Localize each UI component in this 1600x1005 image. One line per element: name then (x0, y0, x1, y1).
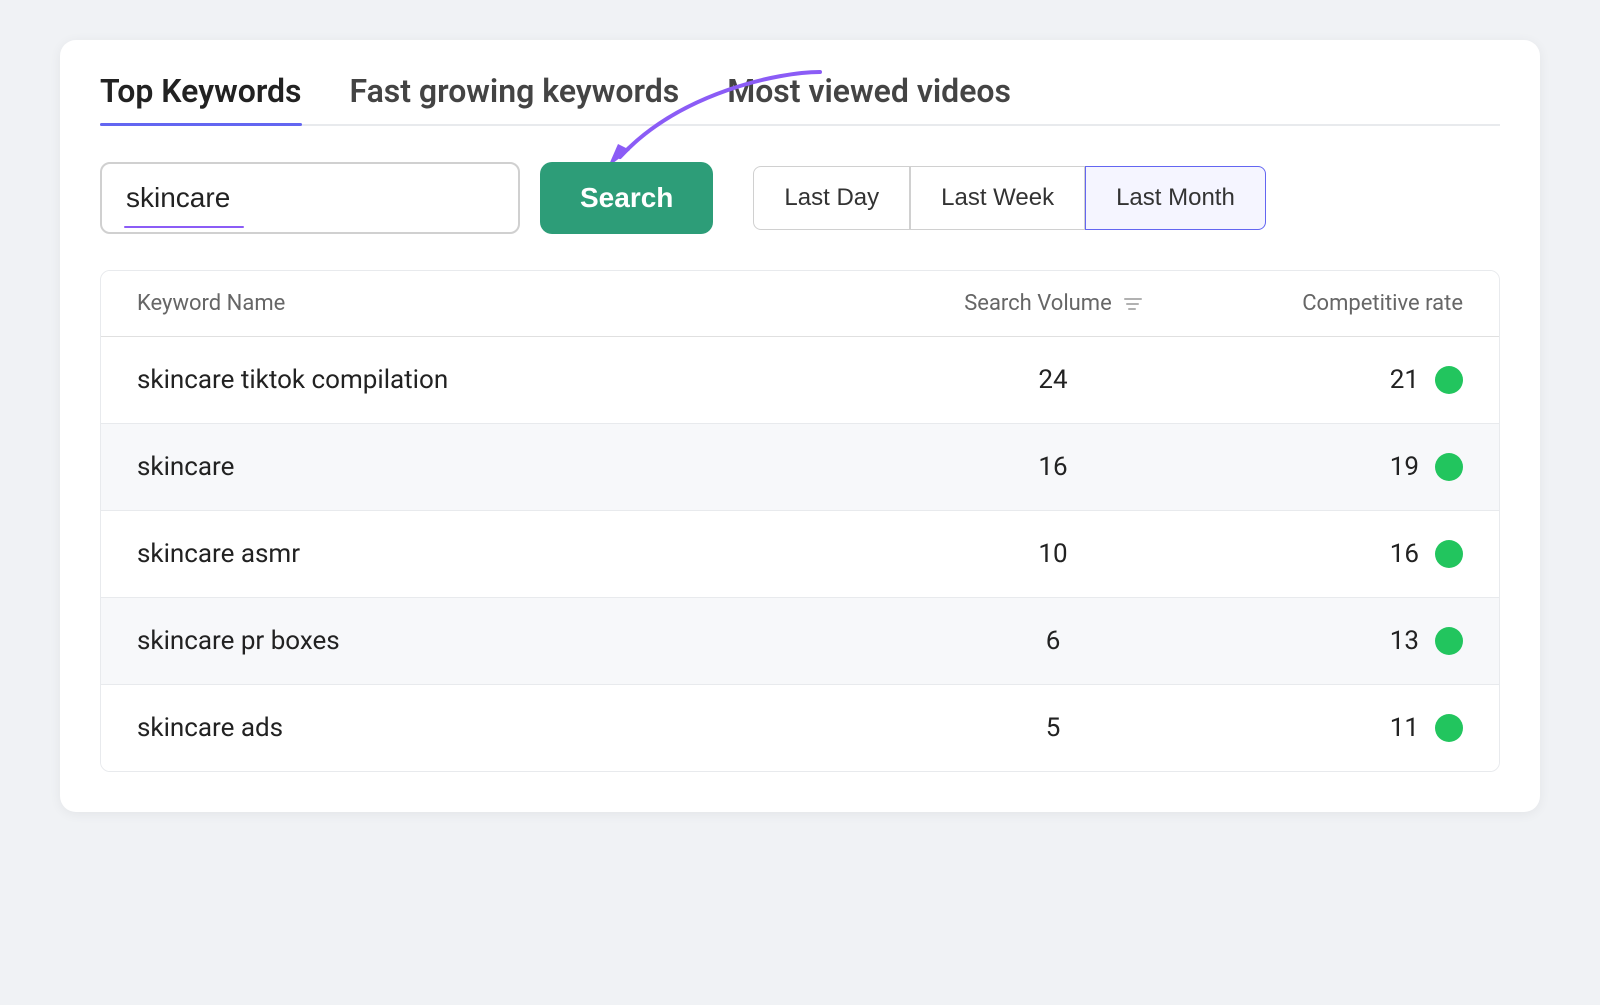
search-button[interactable]: Search (540, 162, 713, 234)
main-container: Top Keywords Fast growing keywords Most … (60, 40, 1540, 812)
table-header: Keyword Name Search Volume Competitive r… (101, 271, 1499, 337)
time-filter-last-month[interactable]: Last Month (1085, 166, 1266, 230)
time-filter-last-week[interactable]: Last Week (910, 166, 1085, 230)
keyword-cell: skincare (137, 452, 923, 482)
keywords-table: Keyword Name Search Volume Competitive r… (100, 270, 1500, 772)
table-row: skincare tiktok compilation 24 21 (101, 337, 1499, 424)
table-row: skincare ads 5 11 (101, 685, 1499, 771)
col-header-search-volume: Search Volume (923, 291, 1183, 316)
competitive-dot (1435, 627, 1463, 655)
keyword-cell: skincare asmr (137, 539, 923, 569)
competitive-dot (1435, 366, 1463, 394)
search-row: Search Last Day Last Week Last Month (100, 162, 1500, 234)
competitive-rate-cell: 16 (1183, 539, 1463, 569)
competitive-rate-cell: 19 (1183, 452, 1463, 482)
keyword-cell: skincare pr boxes (137, 626, 923, 656)
competitive-dot (1435, 714, 1463, 742)
search-volume-cell: 10 (923, 539, 1183, 569)
table-row: skincare pr boxes 6 13 (101, 598, 1499, 685)
search-volume-cell: 16 (923, 452, 1183, 482)
search-volume-cell: 24 (923, 365, 1183, 395)
search-underline (124, 226, 244, 228)
col-header-keyword-name: Keyword Name (137, 291, 923, 316)
competitive-dot (1435, 540, 1463, 568)
search-volume-cell: 6 (923, 626, 1183, 656)
time-filter-last-day[interactable]: Last Day (753, 166, 910, 230)
col-header-competitive-rate: Competitive rate (1183, 291, 1463, 316)
table-row: skincare 16 19 (101, 424, 1499, 511)
tab-fast-growing[interactable]: Fast growing keywords (350, 72, 680, 124)
tab-most-viewed[interactable]: Most viewed videos (727, 72, 1011, 124)
competitive-rate-cell: 13 (1183, 626, 1463, 656)
search-input[interactable] (100, 162, 520, 234)
keyword-cell: skincare ads (137, 713, 923, 743)
competitive-rate-cell: 11 (1183, 713, 1463, 743)
tab-top-keywords[interactable]: Top Keywords (100, 72, 302, 124)
competitive-dot (1435, 453, 1463, 481)
keyword-cell: skincare tiktok compilation (137, 365, 923, 395)
tab-bar: Top Keywords Fast growing keywords Most … (100, 72, 1500, 126)
sort-icon[interactable] (1124, 298, 1142, 310)
table-row: skincare asmr 10 16 (101, 511, 1499, 598)
competitive-rate-cell: 21 (1183, 365, 1463, 395)
time-filter-group: Last Day Last Week Last Month (753, 166, 1265, 230)
search-volume-cell: 5 (923, 713, 1183, 743)
search-input-wrapper (100, 162, 520, 234)
